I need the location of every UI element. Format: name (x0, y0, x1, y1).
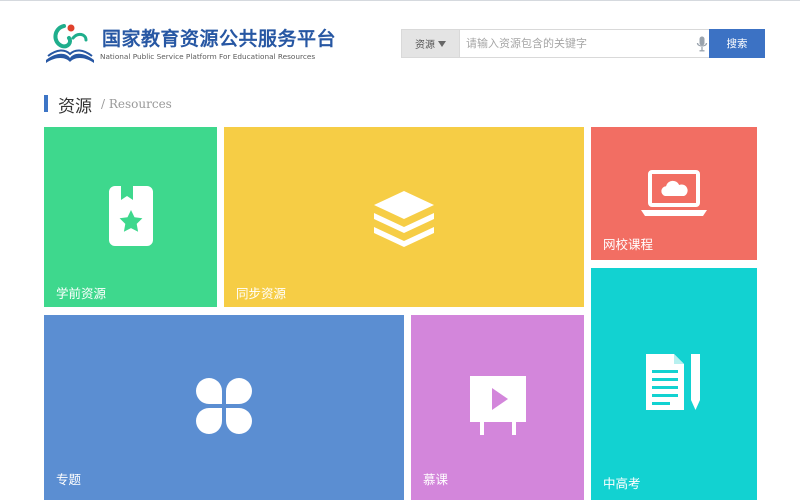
search-input[interactable] (466, 34, 686, 53)
site-logo[interactable]: 国家教育资源公共服务平台 National Public Service Pla… (42, 20, 336, 68)
tile-topics[interactable]: 专题 (44, 315, 404, 500)
microphone-icon[interactable] (696, 36, 708, 52)
bookmark-star-icon (109, 186, 153, 246)
tile-sync-resources[interactable]: 同步资源 (224, 127, 584, 307)
tile-label: 同步资源 (236, 286, 287, 301)
top-border (0, 0, 800, 1)
logo-mark-icon (46, 24, 94, 63)
section-marker (44, 95, 48, 112)
tile-preschool-resources[interactable]: 学前资源 (44, 127, 217, 307)
tile-label: 慕课 (423, 472, 449, 487)
tile-mooc[interactable]: 慕课 (411, 315, 584, 500)
search-category-label: 资源 (415, 40, 435, 51)
tile-label: 网校课程 (603, 237, 654, 252)
search-bar: 资源 搜索 (401, 29, 765, 58)
logo-title-en: National Public Service Platform For Edu… (100, 52, 316, 61)
clover-icon (196, 378, 252, 434)
chevron-down-icon (438, 40, 446, 47)
logo-title-cn: 国家教育资源公共服务平台 (102, 28, 337, 50)
tile-label: 中高考 (603, 476, 641, 491)
search-button[interactable]: 搜索 (709, 29, 765, 58)
laptop-cloud-icon (641, 170, 707, 216)
section-subtitle: / Resources (101, 97, 172, 111)
section-title: 资源 (58, 97, 92, 117)
video-board-icon (470, 376, 526, 435)
tile-online-school-courses[interactable]: 网校课程 (591, 127, 757, 260)
search-category-dropdown[interactable]: 资源 (402, 30, 460, 57)
tile-label: 学前资源 (56, 286, 107, 301)
tile-exams[interactable]: 中高考 (591, 268, 757, 500)
layers-icon (374, 191, 434, 247)
document-pencil-icon (646, 354, 700, 410)
tile-label: 专题 (56, 472, 82, 487)
